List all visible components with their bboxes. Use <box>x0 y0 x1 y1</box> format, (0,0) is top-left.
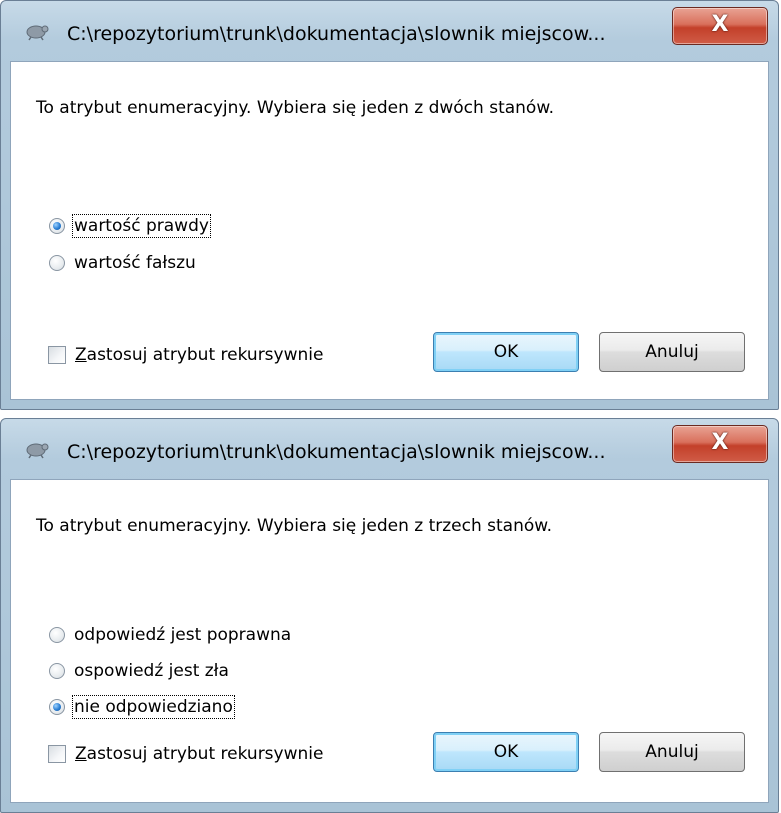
radio-label[interactable]: wartość prawdy <box>72 214 211 238</box>
radio-label[interactable]: nie odpowiedziano <box>72 695 235 719</box>
recursive-checkbox-label[interactable]: Zastosuj atrybut rekursywnie <box>75 744 323 764</box>
description-text: To atrybut enumeracyjny. Wybiera się jed… <box>36 516 553 536</box>
cancel-button[interactable]: Anuluj <box>599 732 745 772</box>
radio-label[interactable]: ospowiedź jest zła <box>73 660 230 682</box>
checkbox-label-rest: astosuj atrybut rekursywnie <box>86 345 324 365</box>
radio-label[interactable]: wartość fałszu <box>73 252 197 274</box>
recursive-checkbox-label[interactable]: Zastosuj atrybut rekursywnie <box>75 345 323 365</box>
radio-button[interactable] <box>49 627 65 643</box>
radio-label[interactable]: odpowiedź jest poprawna <box>73 624 292 646</box>
dialog-body: To atrybut enumeracyjny. Wybiera się jed… <box>10 61 769 400</box>
description-text: To atrybut enumeracyjny. Wybiera się jed… <box>36 98 555 118</box>
cancel-button[interactable]: Anuluj <box>599 332 745 372</box>
window-title: C:\repozytorium\trunk\dokumentacja\slown… <box>67 23 606 45</box>
tortoise-app-icon <box>26 25 49 41</box>
attribute-dialog-two-states: C:\repozytorium\trunk\dokumentacja\slown… <box>0 0 779 410</box>
radio-button[interactable] <box>49 255 65 271</box>
ok-button[interactable]: OK <box>433 332 579 372</box>
checkbox-label-rest: astosuj atrybut rekursywnie <box>86 744 324 764</box>
recursive-checkbox[interactable] <box>48 346 66 364</box>
attribute-dialog-three-states: C:\repozytorium\trunk\dokumentacja\slown… <box>0 418 779 813</box>
close-button[interactable]: X <box>672 425 768 463</box>
mnemonic-letter: Z <box>75 744 87 764</box>
dialog-body: To atrybut enumeracyjny. Wybiera się jed… <box>10 479 769 803</box>
close-button[interactable]: X <box>672 7 768 45</box>
radio-button-checked[interactable] <box>49 218 65 234</box>
close-icon: X <box>711 430 729 455</box>
title-bar[interactable]: C:\repozytorium\trunk\dokumentacja\slown… <box>1 1 778 61</box>
radio-button[interactable] <box>49 663 65 679</box>
title-bar[interactable]: C:\repozytorium\trunk\dokumentacja\slown… <box>1 419 778 479</box>
recursive-checkbox[interactable] <box>48 745 66 763</box>
tortoise-app-icon <box>26 443 49 459</box>
radio-button-checked[interactable] <box>49 699 65 715</box>
window-title: C:\repozytorium\trunk\dokumentacja\slown… <box>67 441 606 463</box>
mnemonic-letter: Z <box>75 345 87 365</box>
ok-button[interactable]: OK <box>433 732 579 772</box>
close-icon: X <box>711 12 729 37</box>
